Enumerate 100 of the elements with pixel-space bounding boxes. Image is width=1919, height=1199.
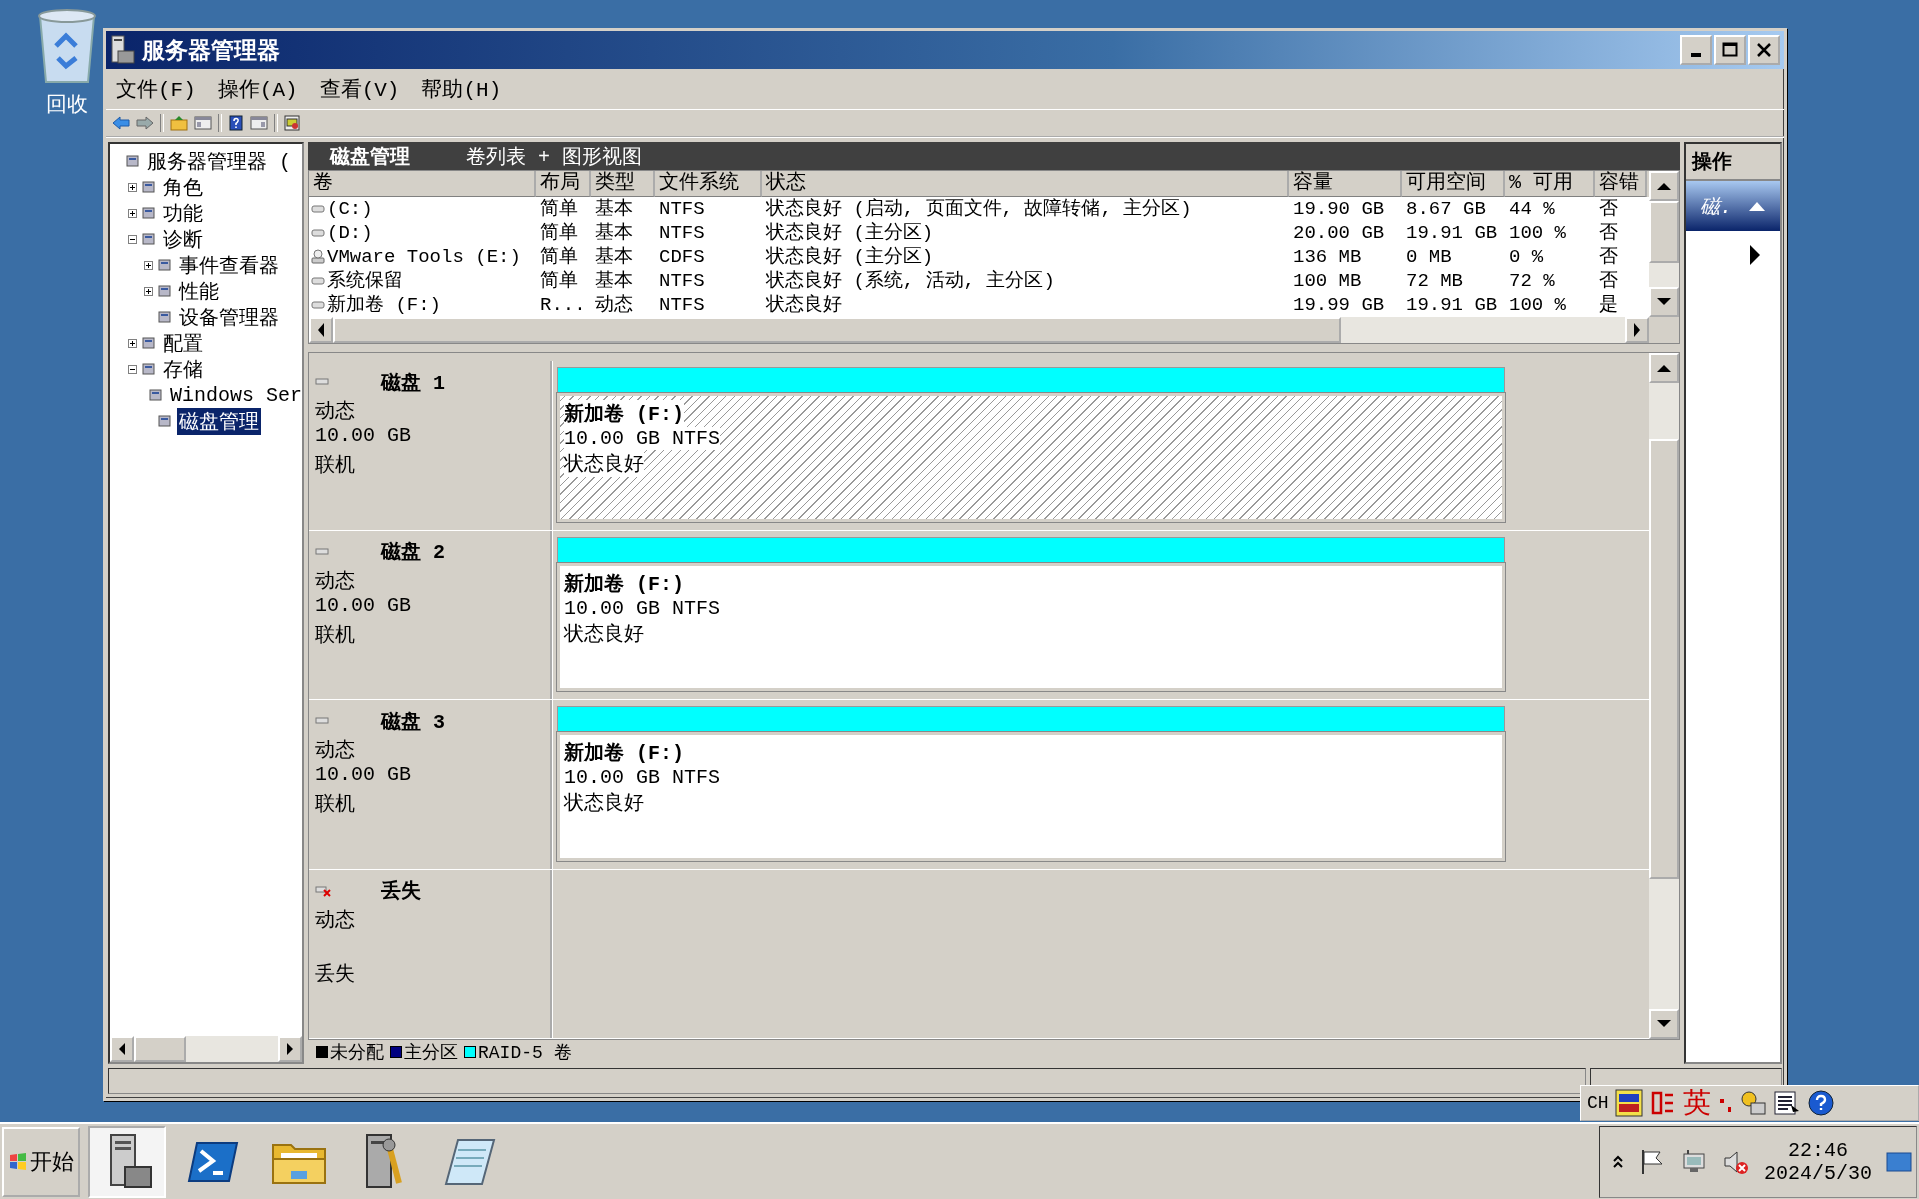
- tree-item[interactable]: 磁盘管理: [177, 407, 261, 435]
- forward-arrow-icon[interactable]: [136, 115, 154, 131]
- disk-status: 丢失: [315, 961, 356, 987]
- node-icon: [141, 179, 157, 195]
- expand-toggle[interactable]: [144, 286, 153, 296]
- disk-info-panel[interactable]: 磁盘 1 动态 10.00 GB 联机: [309, 361, 553, 530]
- collapse-arrow-icon[interactable]: [1748, 200, 1766, 212]
- column-header[interactable]: 容错: [1595, 171, 1647, 197]
- column-header[interactable]: 文件系统: [655, 171, 762, 197]
- scroll-left-icon[interactable]: [117, 1042, 127, 1056]
- node-icon: [141, 361, 157, 377]
- help-icon[interactable]: [228, 115, 244, 131]
- menu-item[interactable]: 文件(F): [116, 75, 196, 103]
- tree-item[interactable]: 事件查看器: [177, 251, 281, 279]
- table-cell-text: NTFS: [658, 294, 706, 316]
- input-mode-indicator[interactable]: 英: [1682, 1084, 1711, 1122]
- scroll-up-icon[interactable]: [1656, 181, 1672, 191]
- tree-item[interactable]: 设备管理器: [177, 303, 281, 331]
- menu-item[interactable]: 查看(V): [319, 75, 400, 103]
- folder-up-icon[interactable]: [170, 115, 188, 131]
- table-cell: 新加卷 (F:): [327, 294, 441, 316]
- panel-icon[interactable]: [250, 115, 268, 131]
- column-header[interactable]: 类型: [591, 171, 655, 197]
- volume-status: 状态良好: [564, 450, 644, 477]
- disk-status: 联机: [315, 792, 356, 817]
- tree-item[interactable]: 角色: [161, 173, 205, 201]
- vertical-scrollbar[interactable]: [1649, 171, 1679, 343]
- maximize-icon: [1722, 42, 1738, 58]
- show-desktop-icon[interactable]: [1886, 1150, 1912, 1173]
- disk-size: 10.00 GB: [315, 593, 412, 619]
- expand-toggle[interactable]: [128, 182, 137, 192]
- column-header[interactable]: 容量: [1289, 171, 1402, 197]
- table-cell-text: 否: [1598, 246, 1619, 268]
- tree-item[interactable]: 服务器管理器 (: [145, 147, 293, 175]
- tree-item[interactable]: 配置: [161, 329, 205, 357]
- properties-icon[interactable]: [284, 115, 300, 131]
- disk-name: 丢失: [381, 879, 421, 904]
- start-button[interactable]: 开始: [2, 1126, 80, 1197]
- scroll-down-icon[interactable]: [1656, 297, 1672, 307]
- scroll-right-icon[interactable]: [285, 1042, 295, 1056]
- table-cell-text: 状态良好: [765, 294, 843, 316]
- table-cell-text: CDFS: [658, 246, 706, 268]
- minimize-button[interactable]: [1680, 35, 1712, 65]
- disk-type: 动态: [315, 907, 356, 933]
- scroll-down-icon[interactable]: [1656, 1019, 1672, 1029]
- collapse-toggle[interactable]: [128, 364, 137, 374]
- menu-item[interactable]: 帮助(H): [421, 75, 502, 103]
- scroll-right-icon[interactable]: [1632, 322, 1642, 338]
- column-header[interactable]: 状态: [762, 171, 1289, 197]
- close-button[interactable]: [1748, 35, 1780, 65]
- scrollbar-corner: [1649, 317, 1679, 343]
- tree-item[interactable]: 诊断: [161, 225, 205, 253]
- node-icon: [141, 205, 157, 221]
- taskbar-button[interactable]: [88, 1125, 166, 1198]
- node-icon: [125, 153, 141, 169]
- show-hidden-icons-icon[interactable]: [1611, 1153, 1624, 1170]
- disk-icon: [315, 545, 331, 558]
- tree-item[interactable]: 性能: [177, 277, 221, 305]
- volume-block[interactable]: 新加卷 (F:) 10.00 GB NTFS 状态良好: [557, 393, 1505, 522]
- actions-section-header[interactable]: 磁.: [1686, 181, 1780, 231]
- node-icon: [157, 257, 173, 273]
- volume-block[interactable]: 新加卷 (F:) 10.00 GB NTFS 状态良好: [557, 732, 1505, 861]
- tree-item[interactable]: 存储: [161, 355, 205, 383]
- close-icon: [1756, 42, 1772, 58]
- maximize-button[interactable]: [1714, 35, 1746, 65]
- language-indicator[interactable]: CH: [1587, 1093, 1609, 1113]
- expand-toggle[interactable]: [128, 338, 137, 348]
- table-cell-text: 44 %: [1508, 198, 1556, 220]
- vertical-scrollbar[interactable]: [1649, 353, 1679, 1039]
- tree-item[interactable]: Windows Ser: [168, 383, 302, 407]
- node-icon: [157, 413, 173, 429]
- options-icon[interactable]: [1772, 1089, 1801, 1117]
- scroll-left-icon[interactable]: [316, 322, 326, 338]
- disk-info-panel[interactable]: 磁盘 2 动态 10.00 GB 联机: [309, 530, 553, 699]
- disk-info-panel[interactable]: 磁盘 3 动态 10.00 GB 联机: [309, 700, 553, 869]
- desktop-icon-label[interactable]: 回收: [46, 90, 88, 118]
- submenu-arrow-icon[interactable]: [1750, 245, 1760, 265]
- menu-item[interactable]: 操作(A): [217, 75, 298, 103]
- input-method-icon[interactable]: [1614, 1089, 1643, 1117]
- column-header[interactable]: 卷: [309, 171, 536, 197]
- help-icon[interactable]: [1806, 1089, 1835, 1117]
- windows-flag-icon: [8, 1151, 28, 1172]
- back-arrow-icon[interactable]: [112, 115, 130, 131]
- tree-item[interactable]: 功能: [161, 199, 205, 227]
- clock-date: 2024/5/30: [1763, 1161, 1872, 1185]
- horizontal-scrollbar[interactable]: [110, 1036, 302, 1062]
- disk-status: 联机: [315, 622, 356, 648]
- collapse-toggle[interactable]: [128, 234, 137, 244]
- column-header[interactable]: 可用空间: [1402, 171, 1505, 197]
- expand-toggle[interactable]: [144, 260, 153, 270]
- panel-icon[interactable]: [194, 115, 212, 131]
- scroll-up-icon[interactable]: [1656, 363, 1672, 373]
- table-cell-text: 20.00 GB: [1292, 222, 1386, 244]
- horizontal-scrollbar[interactable]: [309, 317, 1649, 343]
- table-cell-text: R...: [539, 294, 587, 316]
- table-cell-text: 是: [1598, 294, 1619, 316]
- expand-toggle[interactable]: [128, 208, 137, 218]
- disk-info-panel[interactable]: 丢失 动态 丢失: [309, 869, 553, 1038]
- column-header[interactable]: 布局: [536, 171, 591, 197]
- column-header[interactable]: % 可用: [1505, 171, 1595, 197]
